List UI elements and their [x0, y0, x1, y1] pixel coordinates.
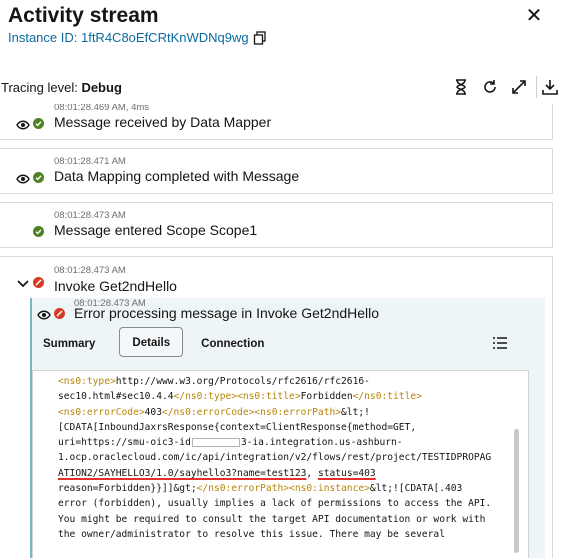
close-button[interactable]: ✕	[523, 6, 545, 28]
chevron-down-icon[interactable]	[16, 276, 30, 288]
tracing-level-value: Debug	[81, 80, 122, 95]
details-line: You might be required to consult the tar…	[58, 513, 486, 525]
details-line: <ns0:errorCode>403</ns0:errorCode><ns0:e…	[58, 406, 370, 418]
details-line: the owner/administrator to resolve this …	[58, 528, 445, 540]
copy-icon[interactable]	[253, 30, 267, 45]
error-icon	[33, 275, 44, 288]
item-timestamp: 08:01:28.473 AM	[54, 210, 126, 221]
instance-id: Instance ID: 1ftR4C8oEfCRtKnWDNq9wg	[8, 30, 249, 45]
stream-item[interactable]: 08:01:28.469 AM, 4ms Message received by…	[0, 104, 553, 140]
item-message: Message received by Data Mapper	[54, 114, 272, 130]
list-view-icon[interactable]	[492, 336, 508, 350]
detail-tabs: Summary Details Connection	[31, 327, 276, 361]
eye-icon[interactable]	[16, 117, 30, 130]
tab-connection[interactable]: Connection	[189, 329, 276, 359]
activity-stream-list: 08:01:28.469 AM, 4ms Message received by…	[0, 104, 575, 558]
highlight-status: status=403	[317, 467, 376, 479]
instance-id-row: Instance ID: 1ftR4C8oEfCRtKnWDNq9wg	[8, 30, 267, 45]
details-line: uri=https://smu-oic3-id 3-ia.integration.…	[58, 437, 403, 449]
details-line: reason=Forbidden}}]]&gt;</ns0:errorPath>…	[58, 483, 463, 495]
success-icon	[33, 170, 44, 183]
panel-header: Activity stream ✕ Instance ID: 1ftR4C8oE…	[0, 0, 575, 58]
tab-summary[interactable]: Summary	[31, 329, 107, 359]
item-message: Data Mapping completed with Message	[54, 168, 300, 184]
details-text: <ns0:type>http://www.w3.org/Protocols/rf…	[58, 374, 518, 542]
details-line: error (forbidden), usually implies a lac…	[58, 498, 492, 510]
expand-icon[interactable]	[510, 78, 528, 96]
item-timestamp: 08:01:28.469 AM, 4ms	[54, 104, 150, 113]
stream-item[interactable]: 08:01:28.473 AM Message entered Scope Sc…	[0, 202, 553, 248]
eye-icon[interactable]	[37, 307, 51, 320]
details-line: <ns0:type>http://www.w3.org/Protocols/rf…	[58, 376, 370, 387]
page-title: Activity stream	[8, 4, 159, 27]
tracing-level-label: Tracing level:	[1, 80, 82, 95]
details-line: 1.ocp.oraclecloud.com/ic/api/integration…	[58, 452, 492, 464]
scrollbar[interactable]	[514, 429, 519, 553]
details-line: sec10.html#sec10.4.4</ns0:type><ns0:titl…	[58, 391, 422, 403]
success-icon	[33, 224, 44, 237]
redacted-text	[191, 437, 240, 447]
tracing-level: Tracing level: Debug	[1, 80, 122, 95]
details-line: [CDATA[InboundJaxrsResponse{context=Clie…	[58, 421, 417, 433]
close-icon: ✕	[525, 5, 543, 27]
error-icon	[54, 306, 65, 319]
download-icon[interactable]	[541, 78, 559, 96]
item-message: Invoke Get2ndHello	[54, 278, 177, 294]
details-line: ATION2/SAYHELLO3/1.0/sayhello3?name=test…	[58, 467, 376, 479]
hourglass-icon[interactable]	[452, 78, 470, 96]
toolbar: Tracing level: Debug	[0, 70, 575, 104]
item-timestamp: 08:01:28.473 AM	[54, 265, 126, 276]
toolbar-divider	[536, 76, 537, 98]
tab-details[interactable]: Details	[119, 327, 184, 357]
stream-item[interactable]: 08:01:28.471 AM Data Mapping completed w…	[0, 148, 553, 194]
nested-message: Error processing message in Invoke Get2n…	[74, 305, 380, 321]
eye-icon[interactable]	[16, 171, 30, 184]
item-message: Message entered Scope Scope1	[54, 222, 258, 238]
success-icon	[33, 116, 44, 129]
refresh-icon[interactable]	[481, 78, 499, 96]
highlight-uri: ATION2/SAYHELLO3/1.0/sayhello3?name=test…	[58, 467, 307, 479]
item-timestamp: 08:01:28.471 AM	[54, 156, 126, 167]
details-panel[interactable]: <ns0:type>http://www.w3.org/Protocols/rf…	[32, 370, 529, 558]
